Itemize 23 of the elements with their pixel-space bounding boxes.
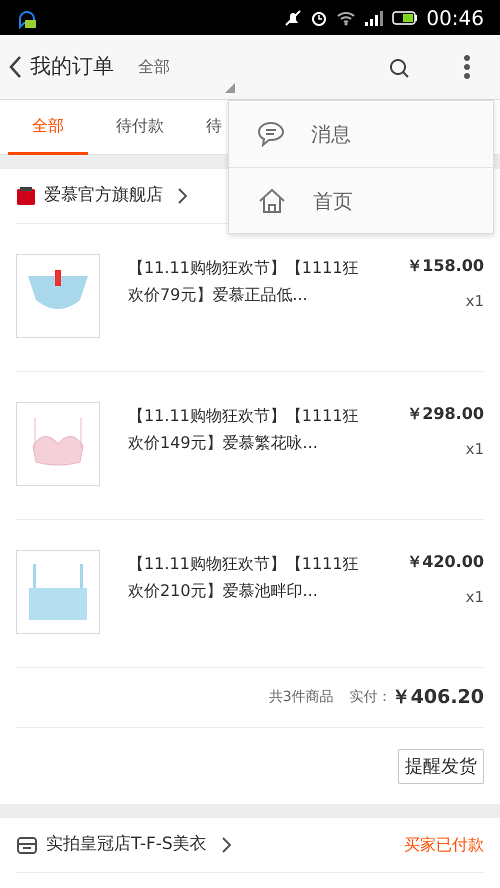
store-link[interactable]: 爱慕官方旗舰店 [44,183,163,209]
status-time: 00:46 [426,4,484,32]
tab[interactable]: 待付款 [100,100,180,155]
product-quantity: x1 [466,439,484,460]
product-price: ￥298.00 [406,403,484,425]
product-quantity: x1 [466,587,484,608]
paid-label: 实付： [350,688,392,707]
filter-dropdown[interactable]: 全部 [138,55,170,79]
product-title[interactable]: 【11.11购物狂欢节】【1111狂欢价79元】爱慕正品低... [128,254,373,308]
tab[interactable]: 待 [206,100,222,155]
order-status: 买家已付款 [404,834,484,856]
product-title[interactable]: 【11.11购物狂欢节】【1111狂欢价210元】爱慕池畔印... [128,550,373,604]
item-count: 共3件商品 [268,688,334,707]
product-title[interactable]: 【11.11购物狂欢节】【1111狂欢价149元】爱慕繁花咏... [128,402,373,456]
product-price: ￥420.00 [406,551,484,573]
product-price: ￥158.00 [406,255,484,277]
product-quantity: x1 [466,291,484,312]
remind-shipping-button[interactable]: 提醒发货 [398,748,484,784]
menu-item[interactable]: 首页 [229,167,493,233]
store-link[interactable]: 实拍皇冠店T-F-S美衣 [46,832,207,858]
page-title: 我的订单 [30,53,114,80]
total-amount: ￥406.20 [392,685,484,710]
menu-item[interactable]: 消息 [229,101,493,167]
